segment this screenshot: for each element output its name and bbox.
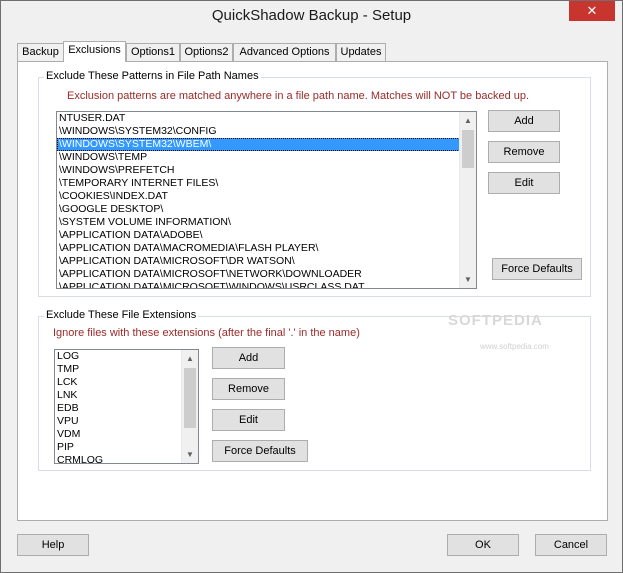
list-item[interactable]: EDB bbox=[55, 402, 198, 415]
extensions-add-button[interactable]: Add bbox=[212, 347, 285, 369]
list-item[interactable]: \WINDOWS\TEMP bbox=[57, 151, 476, 164]
list-item[interactable]: VDM bbox=[55, 428, 198, 441]
ok-button[interactable]: OK bbox=[447, 534, 519, 556]
extensions-edit-button[interactable]: Edit bbox=[212, 409, 285, 431]
list-item[interactable]: \APPLICATION DATA\MACROMEDIA\FLASH PLAYE… bbox=[57, 242, 476, 255]
extensions-hint: Ignore files with these extensions (afte… bbox=[53, 327, 360, 339]
window-title: QuickShadow Backup - Setup bbox=[211, 7, 412, 24]
patterns-remove-button[interactable]: Remove bbox=[488, 141, 560, 163]
list-item[interactable]: \WINDOWS\SYSTEM32\WBEM\ bbox=[57, 138, 476, 151]
tab-options2[interactable]: Options2 bbox=[180, 43, 233, 61]
list-item[interactable]: \TEMPORARY INTERNET FILES\ bbox=[57, 177, 476, 190]
extensions-listbox[interactable]: LOG TMP LCK LNK EDB VPU VDM PIP CRMLOG ▲ ▼ bbox=[54, 349, 199, 464]
scroll-up-arrow-icon[interactable]: ▲ bbox=[460, 112, 476, 129]
list-item[interactable]: \COOKIES\INDEX.DAT bbox=[57, 190, 476, 203]
extensions-scroll-thumb[interactable] bbox=[184, 368, 196, 428]
list-item[interactable]: \WINDOWS\PREFETCH bbox=[57, 164, 476, 177]
tab-backup[interactable]: Backup bbox=[17, 43, 64, 61]
list-item[interactable]: \SYSTEM VOLUME INFORMATION\ bbox=[57, 216, 476, 229]
list-item[interactable]: LOG bbox=[55, 350, 198, 363]
softpedia-watermark: SOFTPEDIA bbox=[448, 312, 543, 329]
tab-updates[interactable]: Updates bbox=[336, 43, 386, 61]
setup-window: QuickShadow Backup - Setup ✕ Backup Excl… bbox=[0, 0, 623, 573]
extensions-remove-button[interactable]: Remove bbox=[212, 378, 285, 400]
patterns-items: NTUSER.DAT \WINDOWS\SYSTEM32\CONFIG \WINDO… bbox=[57, 112, 476, 288]
extensions-force-defaults-button[interactable]: Force Defaults bbox=[212, 440, 308, 462]
scroll-down-arrow-icon[interactable]: ▼ bbox=[182, 446, 198, 463]
tab-advanced-options[interactable]: Advanced Options bbox=[233, 43, 336, 61]
tab-options1[interactable]: Options1 bbox=[126, 43, 180, 61]
patterns-group-title: Exclude These Patterns in File Path Name… bbox=[44, 70, 261, 82]
cancel-button[interactable]: Cancel bbox=[535, 534, 607, 556]
patterns-edit-button[interactable]: Edit bbox=[488, 172, 560, 194]
list-item[interactable]: TMP bbox=[55, 363, 198, 376]
title-bar: QuickShadow Backup - Setup ✕ bbox=[1, 1, 622, 31]
list-item[interactable]: PIP bbox=[55, 441, 198, 454]
patterns-listbox[interactable]: NTUSER.DAT \WINDOWS\SYSTEM32\CONFIG \WINDO… bbox=[56, 111, 477, 289]
exclusions-panel: Exclude These Patterns in File Path Name… bbox=[17, 61, 608, 521]
patterns-scrollbar[interactable]: ▲ ▼ bbox=[459, 112, 476, 288]
close-button[interactable]: ✕ bbox=[569, 1, 615, 21]
patterns-hint: Exclusion patterns are matched anywhere … bbox=[67, 90, 530, 102]
list-item[interactable]: \APPLICATION DATA\MICROSOFT\DR WATSON\ bbox=[57, 255, 476, 268]
scroll-up-arrow-icon[interactable]: ▲ bbox=[182, 350, 198, 367]
scroll-down-arrow-icon[interactable]: ▼ bbox=[460, 271, 476, 288]
list-item[interactable]: \APPLICATION DATA\ADOBE\ bbox=[57, 229, 476, 242]
softpedia-watermark-url: www.softpedia.com bbox=[480, 342, 549, 351]
patterns-force-defaults-button[interactable]: Force Defaults bbox=[492, 258, 582, 280]
extensions-items: LOG TMP LCK LNK EDB VPU VDM PIP CRMLOG bbox=[55, 350, 198, 463]
extensions-scrollbar[interactable]: ▲ ▼ bbox=[181, 350, 198, 463]
list-item[interactable]: NTUSER.DAT bbox=[57, 112, 476, 125]
patterns-scroll-thumb[interactable] bbox=[462, 130, 474, 168]
list-item[interactable]: \APPLICATION DATA\MICROSOFT\NETWORK\DOWN… bbox=[57, 268, 476, 281]
list-item[interactable]: CRMLOG bbox=[55, 454, 198, 463]
list-item[interactable]: VPU bbox=[55, 415, 198, 428]
list-item[interactable]: \WINDOWS\SYSTEM32\CONFIG bbox=[57, 125, 476, 138]
list-item[interactable]: LCK bbox=[55, 376, 198, 389]
patterns-group: Exclude These Patterns in File Path Name… bbox=[38, 70, 591, 297]
list-item[interactable]: \GOOGLE DESKTOP\ bbox=[57, 203, 476, 216]
patterns-add-button[interactable]: Add bbox=[488, 110, 560, 132]
help-button[interactable]: Help bbox=[17, 534, 89, 556]
extensions-group: Exclude These File Extensions Ignore fil… bbox=[38, 309, 591, 471]
tab-exclusions[interactable]: Exclusions bbox=[63, 41, 126, 62]
list-item[interactable]: LNK bbox=[55, 389, 198, 402]
extensions-group-title: Exclude These File Extensions bbox=[44, 309, 199, 321]
list-item[interactable]: \APPLICATION DATA\MICROSOFT\WINDOWS\USRC… bbox=[57, 281, 476, 288]
